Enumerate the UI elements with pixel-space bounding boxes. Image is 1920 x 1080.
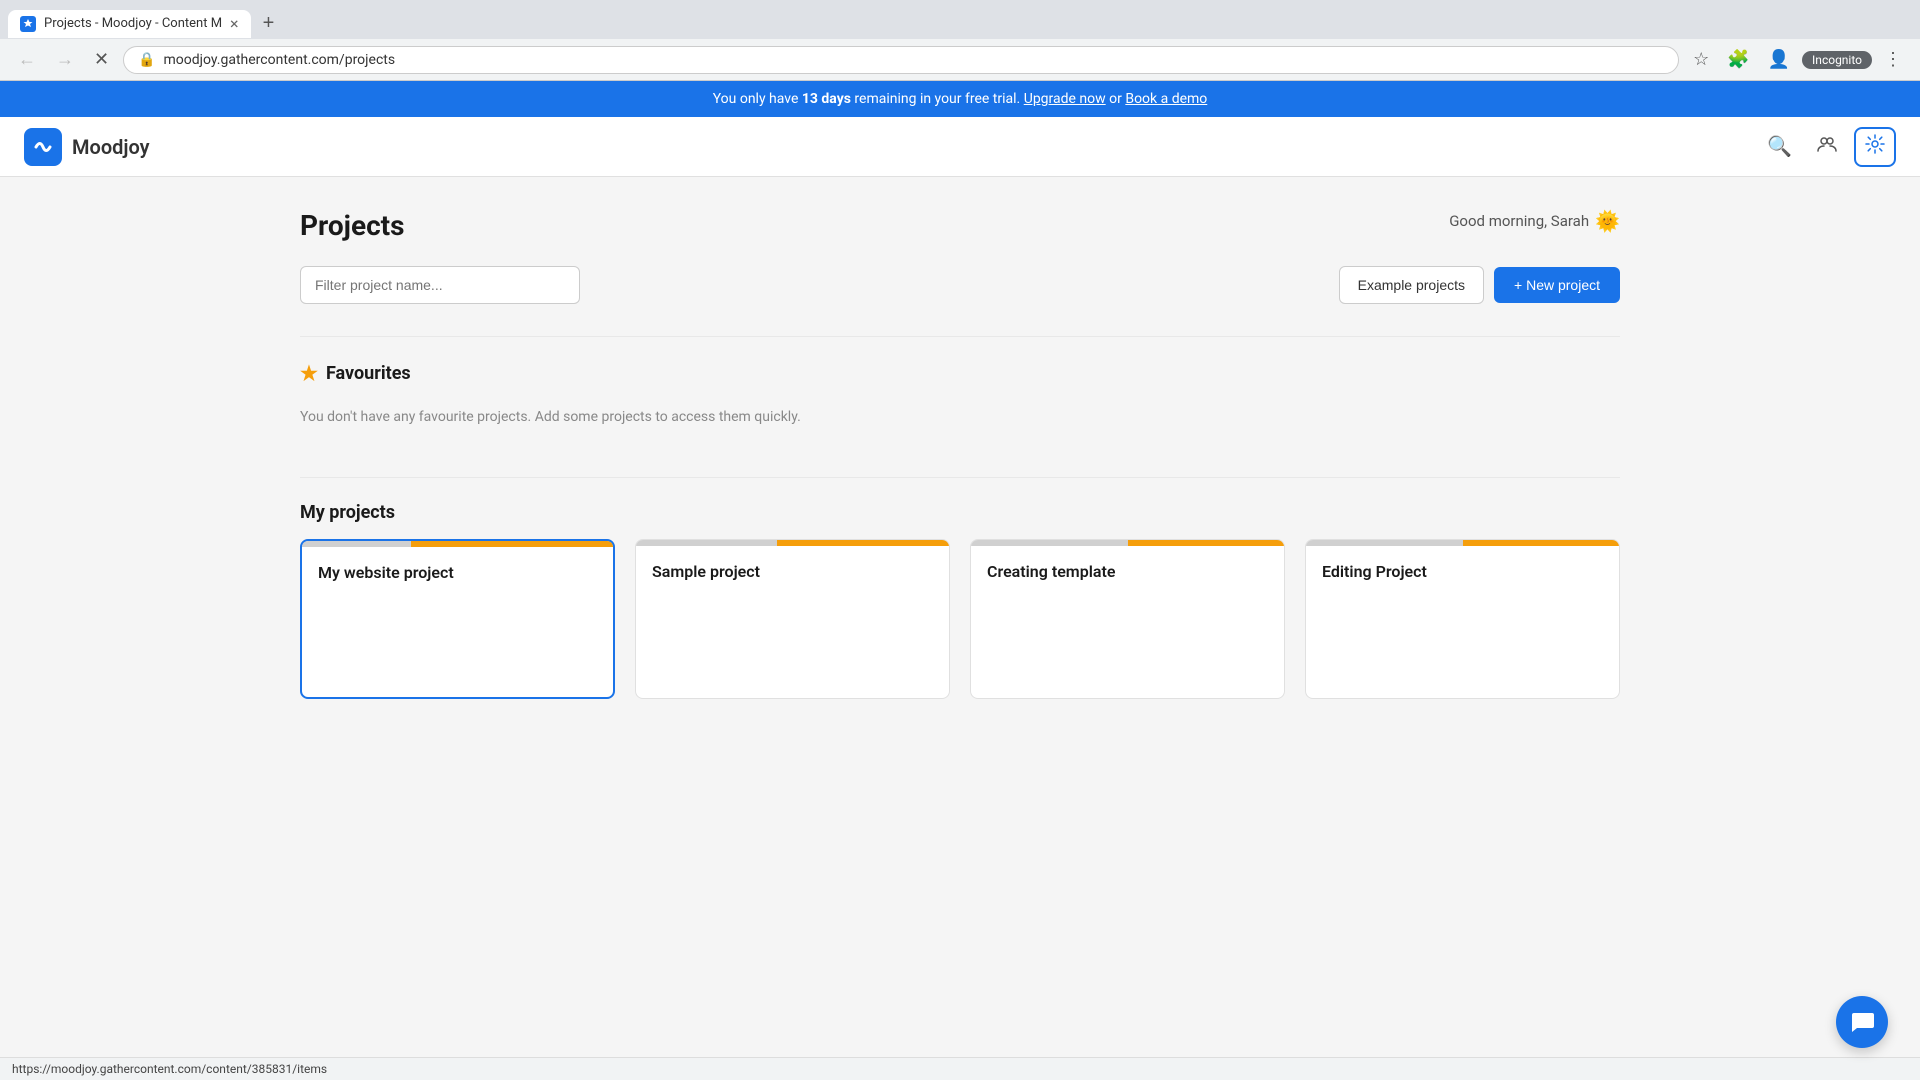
extension-icon[interactable]: 🧩 [1721, 45, 1755, 74]
star-icon: ★ [300, 361, 318, 385]
project-name: Sample project [652, 562, 933, 581]
project-progress-bar [636, 540, 949, 546]
app-header: Moodjoy 🔍 [0, 117, 1920, 177]
new-tab-button[interactable]: + [255, 8, 283, 39]
tab-favicon [20, 16, 36, 32]
new-project-button[interactable]: + New project [1494, 267, 1620, 303]
profile-icon[interactable]: 👤 [1762, 45, 1796, 74]
trial-suffix: remaining in your free trial. [851, 91, 1020, 107]
trial-prefix: You only have [713, 91, 802, 107]
project-card[interactable]: Sample project [635, 539, 950, 699]
progress-yellow [411, 541, 613, 547]
logo-icon [24, 128, 62, 166]
greeting: Good morning, Sarah 🌞 [1449, 209, 1620, 233]
project-progress-bar [971, 540, 1284, 546]
search-row: Example projects + New project [300, 266, 1620, 304]
logo-text: Moodjoy [72, 135, 150, 159]
settings-button[interactable] [1854, 127, 1896, 167]
my-projects-label: My projects [300, 502, 395, 523]
browser-chrome: Projects - Moodjoy - Content M × + ← → ✕… [0, 0, 1920, 81]
greeting-text: Good morning, Sarah [1449, 212, 1589, 230]
people-button[interactable] [1808, 127, 1846, 167]
favourites-title: ★ Favourites [300, 361, 1620, 385]
forward-button[interactable]: → [50, 45, 80, 74]
project-card[interactable]: My website project [300, 539, 615, 699]
demo-link[interactable]: Book a demo [1125, 91, 1207, 107]
tab-label: Projects - Moodjoy - Content M [44, 16, 222, 31]
my-projects-section: My projects My website project Sample pr… [300, 502, 1620, 699]
trial-days: 13 days [802, 91, 851, 107]
tab-bar: Projects - Moodjoy - Content M × + [0, 0, 1920, 39]
favourites-section: ★ Favourites You don't have any favourit… [300, 361, 1620, 441]
divider-2 [300, 477, 1620, 478]
search-button[interactable]: 🔍 [1759, 128, 1800, 165]
page-header: Projects Good morning, Sarah 🌞 [300, 209, 1620, 242]
project-card-body: Creating template [971, 546, 1284, 597]
chat-fab[interactable] [1836, 996, 1888, 1048]
trial-banner: You only have 13 days remaining in your … [0, 81, 1920, 117]
project-card-body: Sample project [636, 546, 949, 597]
address-bar[interactable]: 🔒 moodjoy.gathercontent.com/projects [123, 46, 1679, 74]
project-card-body: Editing Project [1306, 546, 1619, 597]
project-progress-bar [302, 541, 613, 547]
project-card[interactable]: Editing Project [1305, 539, 1620, 699]
progress-yellow [1463, 540, 1620, 546]
nav-actions: ☆ 🧩 👤 Incognito ⋮ [1687, 45, 1908, 74]
greeting-emoji: 🌞 [1595, 209, 1620, 233]
favourites-empty: You don't have any favourite projects. A… [300, 401, 1620, 441]
my-projects-title: My projects [300, 502, 1620, 523]
project-name: My website project [318, 563, 597, 582]
example-projects-button[interactable]: Example projects [1339, 266, 1484, 304]
progress-yellow [777, 540, 949, 546]
divider-1 [300, 336, 1620, 337]
lock-icon: 🔒 [138, 52, 155, 68]
bookmark-icon[interactable]: ☆ [1687, 45, 1715, 74]
incognito-badge: Incognito [1802, 51, 1872, 69]
browser-nav: ← → ✕ 🔒 moodjoy.gathercontent.com/projec… [0, 39, 1920, 81]
progress-gray [1306, 540, 1463, 546]
status-url: https://moodjoy.gathercontent.com/conten… [12, 1062, 327, 1076]
project-card-body: My website project [302, 547, 613, 598]
status-bar: https://moodjoy.gathercontent.com/conten… [0, 1057, 1920, 1080]
header-actions: 🔍 [1759, 127, 1896, 167]
project-card[interactable]: Creating template [970, 539, 1285, 699]
project-progress-bar [1306, 540, 1619, 546]
progress-gray [302, 541, 411, 547]
progress-gray [971, 540, 1128, 546]
progress-yellow [1128, 540, 1285, 546]
active-tab[interactable]: Projects - Moodjoy - Content M × [8, 10, 251, 38]
favourites-label: Favourites [326, 363, 411, 384]
tab-close-button[interactable]: × [230, 16, 239, 32]
project-name: Editing Project [1322, 562, 1603, 581]
filter-input[interactable] [300, 266, 580, 304]
trial-middle: or [1109, 91, 1125, 107]
projects-grid: My website project Sample project Creati… [300, 539, 1620, 699]
back-button[interactable]: ← [12, 45, 42, 74]
address-text: moodjoy.gathercontent.com/projects [164, 52, 1665, 68]
upgrade-link[interactable]: Upgrade now [1024, 91, 1106, 107]
page-title: Projects [300, 209, 405, 242]
menu-icon[interactable]: ⋮ [1878, 45, 1908, 74]
reload-button[interactable]: ✕ [88, 45, 115, 74]
main-content: Projects Good morning, Sarah 🌞 Example p… [260, 177, 1660, 767]
app-logo[interactable]: Moodjoy [24, 128, 150, 166]
progress-gray [636, 540, 777, 546]
action-buttons: Example projects + New project [1339, 266, 1620, 304]
project-name: Creating template [987, 562, 1268, 581]
